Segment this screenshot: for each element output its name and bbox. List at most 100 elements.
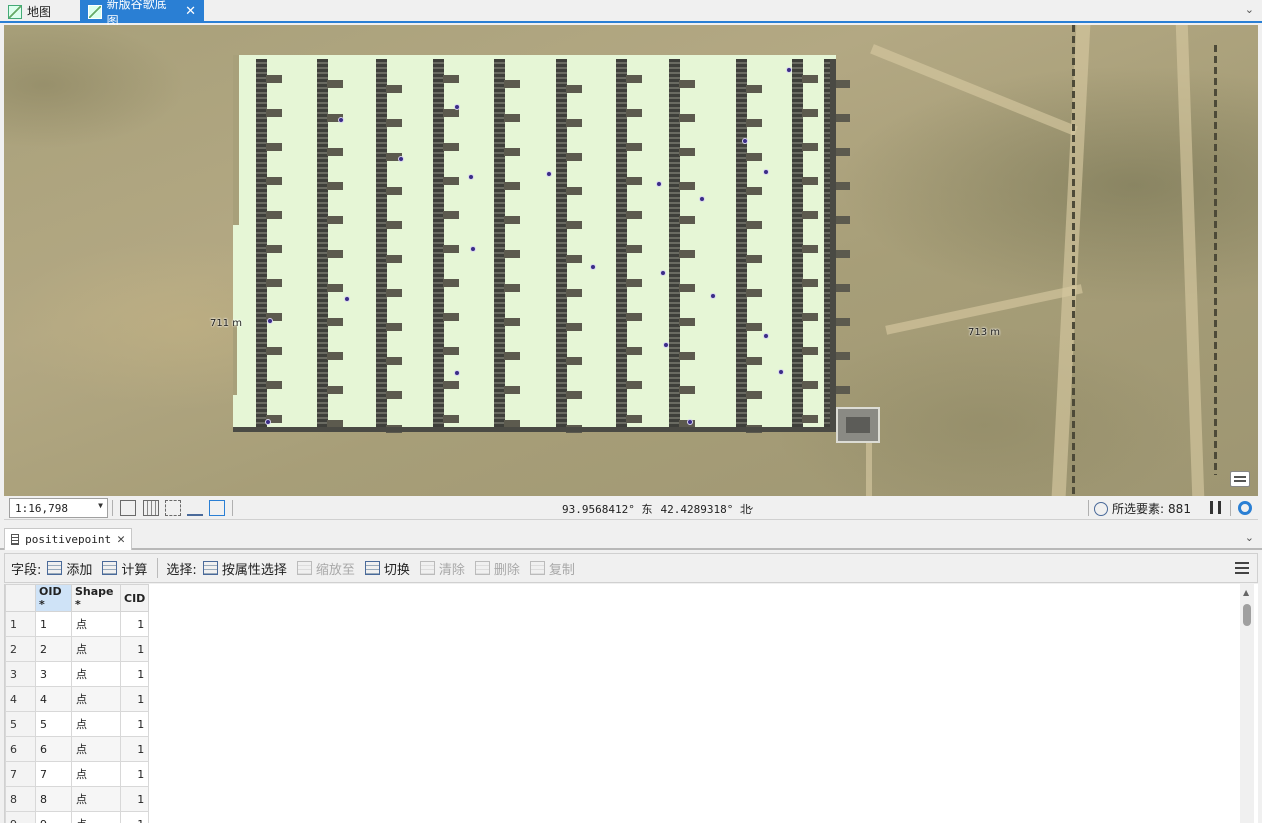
cell-cid[interactable]: 1 [119, 786, 150, 812]
table-row[interactable]: 22点1 [5, 636, 150, 662]
cell-oid[interactable]: 8 [35, 786, 72, 812]
cell-oid[interactable]: 6 [35, 736, 72, 762]
point-marker[interactable] [763, 333, 769, 339]
cell-oid[interactable]: 4 [35, 686, 72, 712]
point-marker[interactable] [710, 293, 716, 299]
clear-selection-button[interactable]: 清除 [419, 559, 465, 578]
cell-shape[interactable]: 点 [71, 786, 121, 812]
table-row[interactable]: 77点1 [5, 761, 150, 787]
point-marker[interactable] [687, 419, 693, 425]
table-row[interactable]: 55点1 [5, 711, 150, 737]
point-marker[interactable] [267, 318, 273, 324]
cell-oid[interactable]: 3 [35, 661, 72, 687]
point-marker[interactable] [663, 342, 669, 348]
cell-shape[interactable]: 点 [71, 711, 121, 737]
cell-oid[interactable]: 7 [35, 761, 72, 787]
cell-shape[interactable]: 点 [71, 686, 121, 712]
constraint-icon[interactable] [187, 500, 203, 516]
column-header-cid[interactable]: CID [119, 584, 150, 612]
row-number[interactable]: 1 [5, 611, 36, 637]
point-marker[interactable] [763, 169, 769, 175]
cell-oid[interactable]: 9 [35, 811, 72, 823]
cell-shape[interactable]: 点 [71, 761, 121, 787]
selected-features[interactable]: 所选要素: 881 [1094, 500, 1191, 517]
cell-shape[interactable]: 点 [71, 811, 121, 823]
cell-cid[interactable]: 1 [119, 761, 150, 787]
point-marker[interactable] [344, 296, 350, 302]
select-all-corner[interactable] [5, 584, 36, 612]
column-header-shape[interactable]: Shape * [71, 584, 121, 612]
tab-map[interactable]: 地图 [0, 0, 78, 23]
cell-cid[interactable]: 1 [119, 711, 150, 737]
close-icon[interactable]: ✕ [185, 4, 196, 19]
switch-selection-button[interactable]: 切换 [364, 559, 410, 578]
point-marker[interactable] [265, 419, 271, 425]
cell-cid[interactable]: 1 [119, 811, 150, 823]
add-field-button[interactable]: 添加 [47, 559, 92, 578]
cell-shape[interactable]: 点 [71, 736, 121, 762]
row-number[interactable]: 7 [5, 761, 36, 787]
tab-google-basemap[interactable]: 新版谷歌底图 ✕ [80, 0, 204, 28]
snapping-icon[interactable] [165, 500, 181, 516]
chevron-down-icon[interactable]: ⌄ [746, 500, 755, 513]
point-marker[interactable] [699, 196, 705, 202]
point-marker[interactable] [660, 270, 666, 276]
cell-cid[interactable]: 1 [119, 611, 150, 637]
point-marker[interactable] [338, 117, 344, 123]
scale-dropdown[interactable]: 1:16,798 ▼ [9, 498, 108, 518]
map-tips-button[interactable] [1230, 471, 1250, 487]
vertical-scrollbar[interactable]: ▲ [1240, 584, 1254, 823]
cell-oid[interactable]: 1 [35, 611, 72, 637]
cell-cid[interactable]: 1 [119, 736, 150, 762]
calculate-field-button[interactable]: 计算 [102, 559, 147, 578]
zoom-to-button[interactable]: 缩放至 [296, 559, 355, 578]
cell-shape[interactable]: 点 [71, 611, 121, 637]
refresh-icon[interactable] [1238, 501, 1252, 515]
scrollbar-thumb[interactable] [1243, 604, 1251, 626]
point-marker[interactable] [778, 369, 784, 375]
cell-oid[interactable]: 2 [35, 636, 72, 662]
row-number[interactable]: 5 [5, 711, 36, 737]
cell-shape[interactable]: 点 [71, 661, 121, 687]
fixed-zoom-icon[interactable] [120, 500, 136, 516]
table-row[interactable]: 33点1 [5, 661, 150, 687]
chevron-down-icon[interactable]: ⌄ [1245, 3, 1254, 16]
delete-button[interactable]: 删除 [474, 559, 520, 578]
grid-icon[interactable] [143, 500, 159, 516]
cell-cid[interactable]: 1 [119, 661, 150, 687]
point-marker[interactable] [656, 181, 662, 187]
point-marker[interactable] [454, 370, 460, 376]
close-icon[interactable]: ✕ [117, 532, 125, 547]
cell-cid[interactable]: 1 [119, 686, 150, 712]
point-marker[interactable] [470, 246, 476, 252]
table-row[interactable]: 99点1 [5, 811, 150, 823]
pause-drawing-button[interactable] [1210, 501, 1221, 514]
point-marker[interactable] [546, 171, 552, 177]
row-number[interactable]: 2 [5, 636, 36, 662]
scroll-up-icon[interactable]: ▲ [1243, 588, 1249, 597]
row-number[interactable]: 9 [5, 811, 36, 823]
point-marker[interactable] [742, 138, 748, 144]
cell-oid[interactable]: 5 [35, 711, 72, 737]
row-number[interactable]: 8 [5, 786, 36, 812]
row-number[interactable]: 4 [5, 686, 36, 712]
table-row[interactable]: 66点1 [5, 736, 150, 762]
north-arrow-icon[interactable] [209, 500, 225, 516]
chevron-down-icon[interactable]: ⌄ [1245, 531, 1254, 544]
table-row[interactable]: 88点1 [5, 786, 150, 812]
point-marker[interactable] [786, 67, 792, 73]
column-header-oid[interactable]: OID * [35, 584, 72, 612]
table-row[interactable]: 11点1 [5, 611, 150, 637]
row-number[interactable]: 6 [5, 736, 36, 762]
select-by-attributes-button[interactable]: 按属性选择 [202, 559, 287, 578]
menu-icon[interactable] [1235, 562, 1249, 574]
point-marker[interactable] [398, 156, 404, 162]
point-marker[interactable] [590, 264, 596, 270]
row-number[interactable]: 3 [5, 661, 36, 687]
point-marker[interactable] [454, 104, 460, 110]
cell-shape[interactable]: 点 [71, 636, 121, 662]
cell-cid[interactable]: 1 [119, 636, 150, 662]
tab-positivepoint[interactable]: positivepoint ✕ [4, 528, 132, 550]
copy-button[interactable]: 复制 [529, 559, 575, 578]
map-view[interactable]: 711 m 713 m [4, 25, 1258, 496]
